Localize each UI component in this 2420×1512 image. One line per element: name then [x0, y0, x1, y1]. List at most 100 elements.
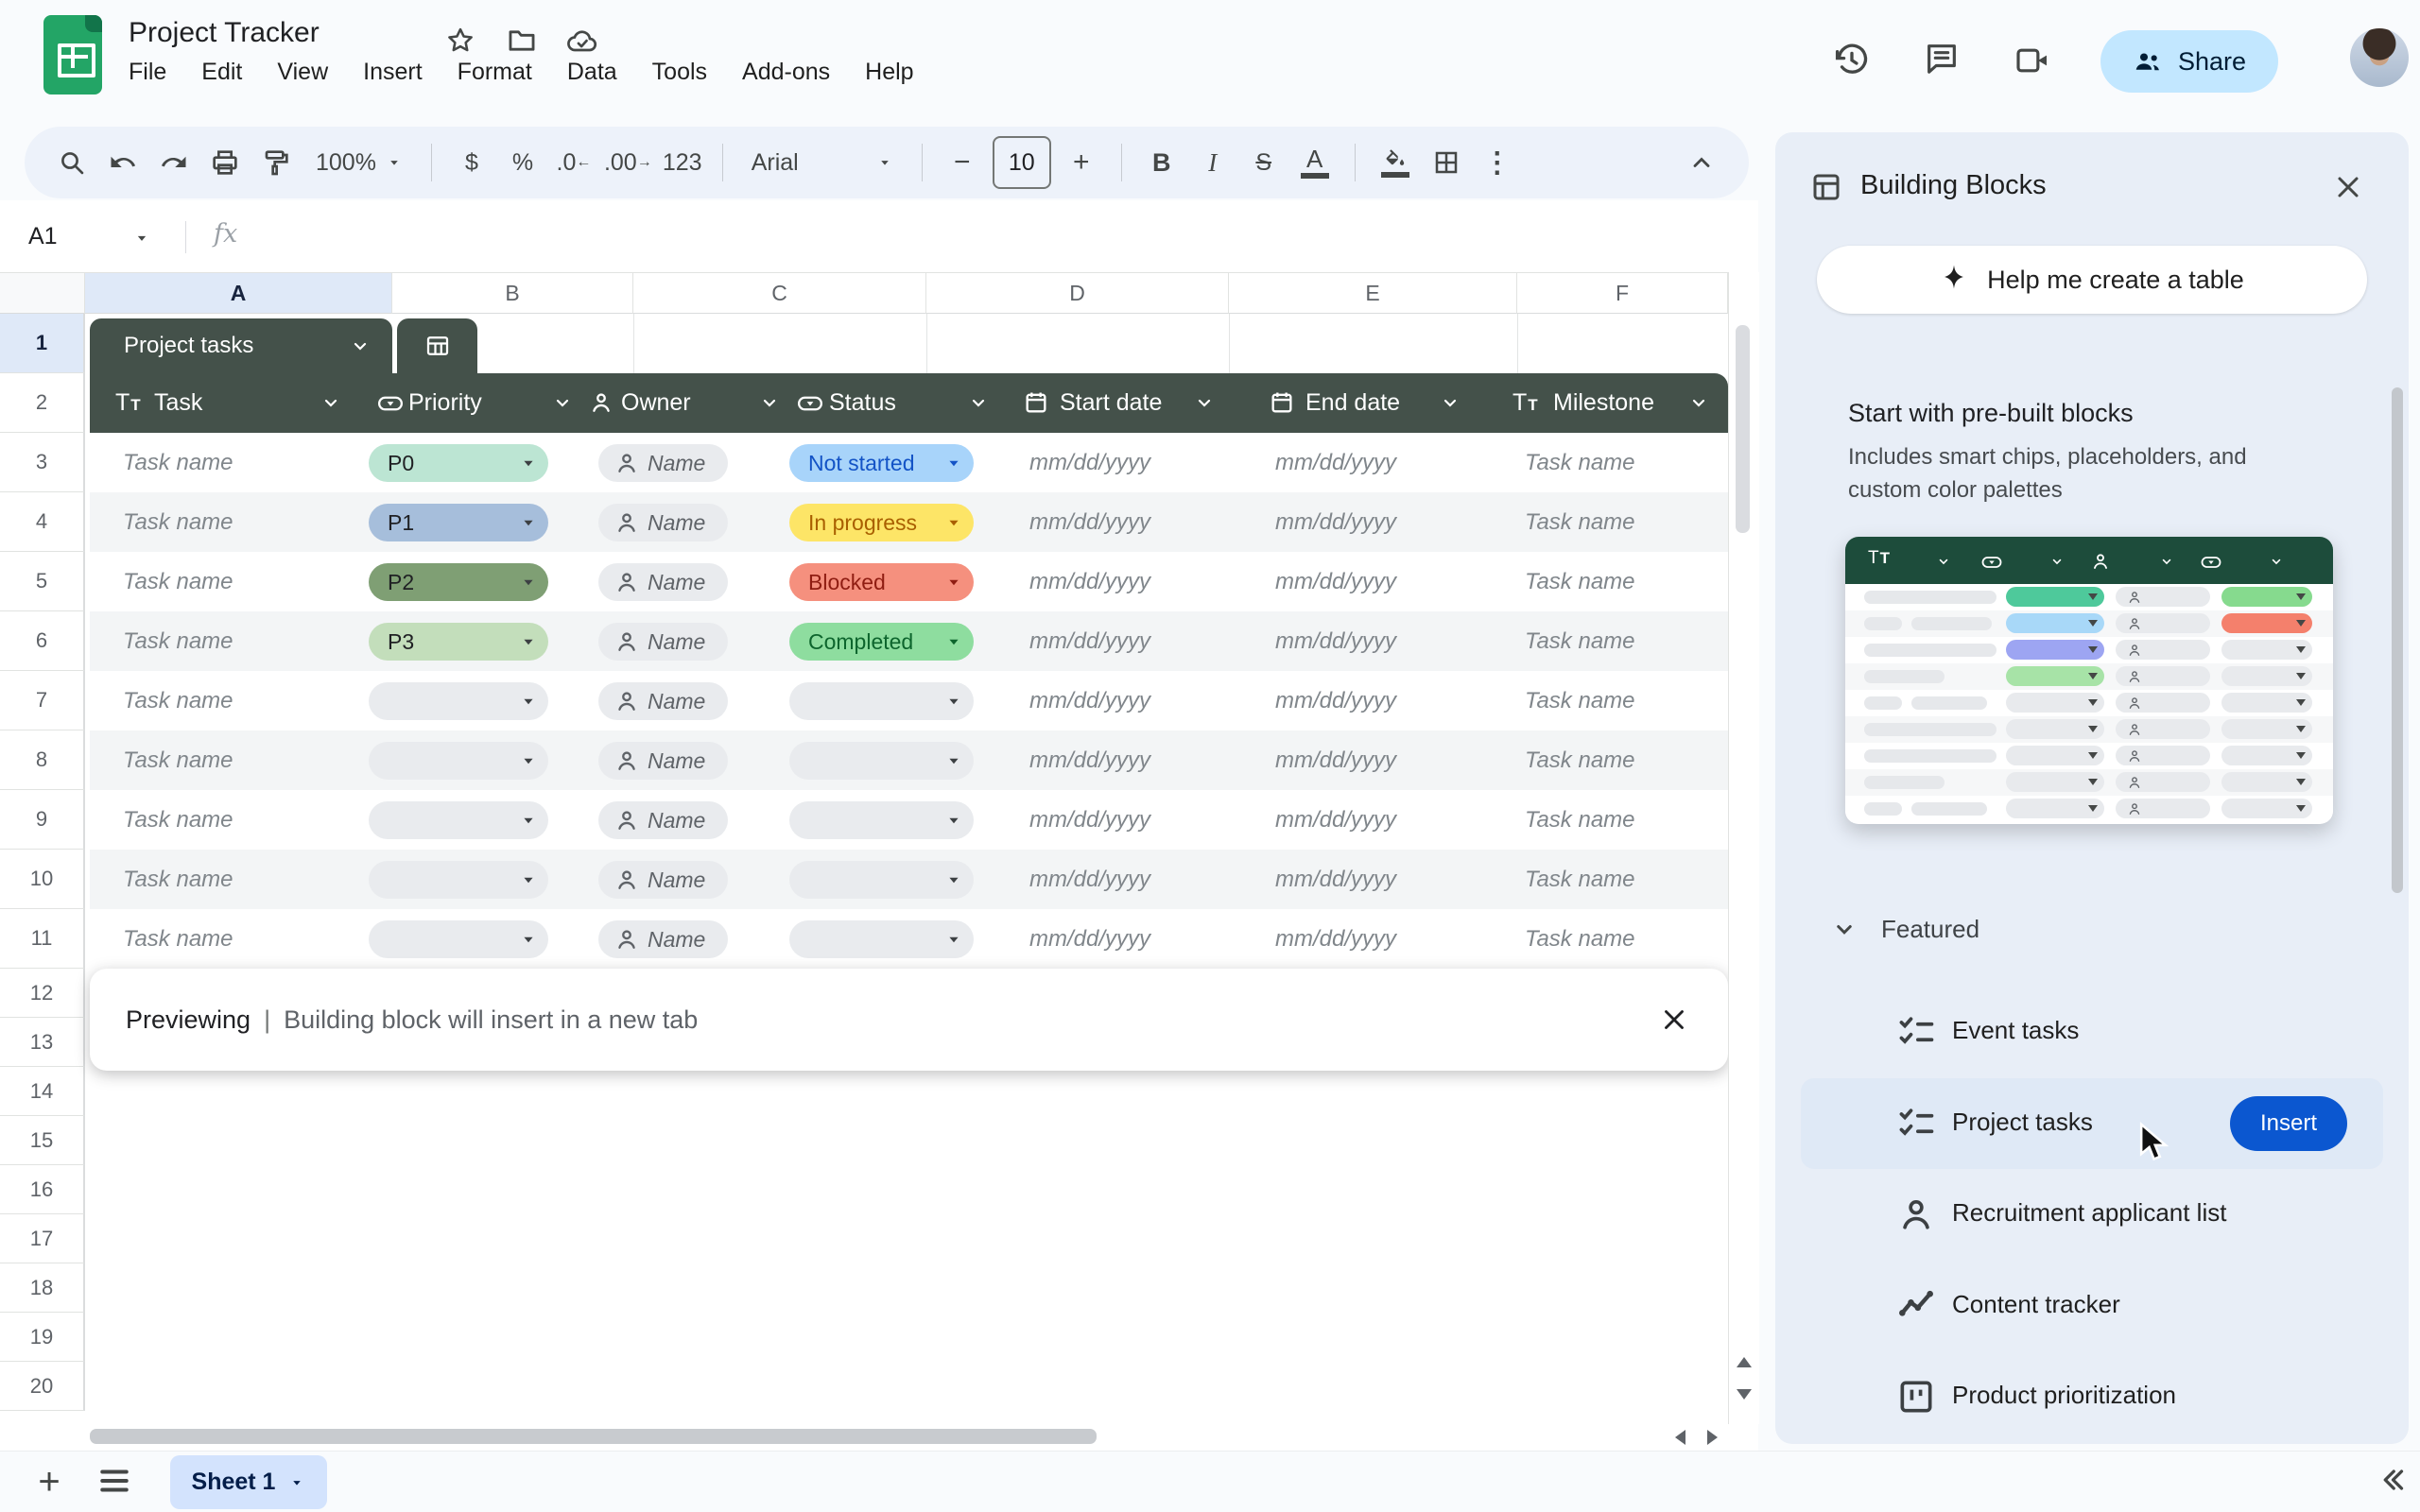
owner-chip[interactable]: Name: [598, 504, 728, 541]
milestone-cell[interactable]: Task name: [1525, 433, 1635, 492]
add-sheet-icon[interactable]: +: [28, 1461, 70, 1503]
end-date-cell[interactable]: mm/dd/yyyy: [1275, 671, 1483, 730]
template-thumbnail[interactable]: TT: [1845, 537, 2333, 824]
table-column-milestone[interactable]: Milestone: [1553, 389, 1654, 417]
status-dropdown-icon[interactable]: [943, 691, 964, 717]
name-box[interactable]: A1: [28, 223, 58, 250]
video-call-icon[interactable]: [2014, 42, 2051, 79]
collapse-toolbar-icon[interactable]: [1681, 136, 1722, 189]
start-date-cell[interactable]: mm/dd/yyyy: [1029, 909, 1237, 969]
status-dropdown-icon[interactable]: [943, 750, 964, 777]
status-dropdown-icon[interactable]: [943, 869, 964, 896]
scroll-left-icon[interactable]: [1675, 1430, 1685, 1445]
comments-icon[interactable]: [1923, 40, 1961, 77]
column-header-f[interactable]: F: [1517, 272, 1728, 314]
row-header-7[interactable]: 7: [0, 671, 85, 730]
priority-dropdown-icon[interactable]: [518, 810, 539, 836]
owner-chip[interactable]: Name: [598, 920, 728, 958]
insert-button[interactable]: Insert: [2230, 1095, 2347, 1151]
priority-chip[interactable]: [369, 742, 548, 780]
font-select[interactable]: Arial: [742, 149, 903, 177]
column-header-d[interactable]: D: [926, 272, 1229, 314]
more-toolbar-options-icon[interactable]: ⋮: [1477, 136, 1518, 189]
milestone-cell[interactable]: Task name: [1525, 850, 1635, 909]
priority-dropdown-icon[interactable]: [518, 691, 539, 717]
end-date-cell[interactable]: mm/dd/yyyy: [1275, 790, 1483, 850]
row-header-2[interactable]: 2: [0, 373, 85, 433]
end-date-cell[interactable]: mm/dd/yyyy: [1275, 552, 1483, 611]
menu-addons[interactable]: Add-ons: [742, 59, 830, 86]
column-menu-chevron-icon[interactable]: [1687, 391, 1710, 414]
row-header-16[interactable]: 16: [0, 1165, 85, 1214]
zoom-select[interactable]: 100%: [306, 149, 412, 177]
panel-scrollbar-thumb[interactable]: [2392, 387, 2403, 893]
grid-corner-button[interactable]: [0, 272, 85, 314]
task-cell[interactable]: Task name: [123, 790, 233, 850]
table-column-status[interactable]: Status: [829, 389, 896, 417]
sheets-logo-icon[interactable]: [43, 15, 102, 94]
priority-chip[interactable]: P0: [369, 444, 548, 482]
text-color-button[interactable]: A: [1294, 136, 1336, 189]
all-sheets-icon[interactable]: [96, 1463, 132, 1499]
menu-format[interactable]: Format: [458, 59, 532, 86]
status-dropdown-icon[interactable]: [943, 453, 964, 479]
row-header-15[interactable]: 15: [0, 1116, 85, 1165]
borders-icon[interactable]: [1426, 136, 1467, 189]
row-header-18[interactable]: 18: [0, 1263, 85, 1313]
column-header-a[interactable]: A: [85, 272, 392, 314]
fill-color-button[interactable]: [1374, 136, 1416, 189]
priority-chip[interactable]: [369, 861, 548, 899]
row-header-5[interactable]: 5: [0, 552, 85, 611]
start-date-cell[interactable]: mm/dd/yyyy: [1029, 730, 1237, 790]
start-date-cell[interactable]: mm/dd/yyyy: [1029, 850, 1237, 909]
status-chip[interactable]: Not started: [789, 444, 974, 482]
column-header-b[interactable]: B: [392, 272, 633, 314]
milestone-cell[interactable]: Task name: [1525, 492, 1635, 552]
menu-insert[interactable]: Insert: [363, 59, 423, 86]
column-menu-chevron-icon[interactable]: [1439, 391, 1461, 414]
featured-item-project-tasks[interactable]: Project tasks Insert: [1801, 1077, 2383, 1169]
formula-input[interactable]: [265, 214, 1739, 259]
column-header-e[interactable]: E: [1229, 272, 1517, 314]
task-cell[interactable]: Task name: [123, 611, 233, 671]
column-menu-chevron-icon[interactable]: [320, 391, 342, 414]
row-header-13[interactable]: 13: [0, 1018, 85, 1067]
status-chip[interactable]: In progress: [789, 504, 974, 541]
search-icon[interactable]: [51, 136, 93, 189]
menu-tools[interactable]: Tools: [652, 59, 707, 86]
star-icon[interactable]: [444, 25, 476, 57]
priority-chip[interactable]: P1: [369, 504, 548, 541]
status-chip[interactable]: [789, 742, 974, 780]
font-size-input[interactable]: 10: [992, 136, 1051, 189]
table-column-task[interactable]: Task: [154, 389, 202, 417]
start-date-cell[interactable]: mm/dd/yyyy: [1029, 552, 1237, 611]
owner-chip[interactable]: Name: [598, 623, 728, 661]
decrease-font-size-button[interactable]: −: [942, 136, 983, 189]
status-chip[interactable]: [789, 920, 974, 958]
document-title[interactable]: Project Tracker: [129, 17, 320, 49]
milestone-cell[interactable]: Task name: [1525, 552, 1635, 611]
strikethrough-button[interactable]: S: [1243, 136, 1285, 189]
menu-edit[interactable]: Edit: [201, 59, 242, 86]
increase-decimals-button[interactable]: .00 →: [604, 136, 652, 189]
featured-item-product-prioritization[interactable]: Product prioritization: [1801, 1351, 2383, 1442]
priority-chip[interactable]: [369, 920, 548, 958]
menu-view[interactable]: View: [277, 59, 328, 86]
priority-chip[interactable]: [369, 682, 548, 720]
milestone-cell[interactable]: Task name: [1525, 671, 1635, 730]
priority-dropdown-icon[interactable]: [518, 929, 539, 955]
owner-chip[interactable]: Name: [598, 801, 728, 839]
priority-dropdown-icon[interactable]: [518, 869, 539, 896]
menu-file[interactable]: File: [129, 59, 166, 86]
owner-chip[interactable]: Name: [598, 444, 728, 482]
vertical-scrollbar[interactable]: [1728, 272, 1759, 1424]
row-header-9[interactable]: 9: [0, 790, 85, 850]
featured-collapse-icon[interactable]: [1830, 915, 1858, 943]
priority-dropdown-icon[interactable]: [518, 750, 539, 777]
status-chip[interactable]: Blocked: [789, 563, 974, 601]
owner-chip[interactable]: Name: [598, 682, 728, 720]
row-header-6[interactable]: 6: [0, 611, 85, 671]
status-chip[interactable]: [789, 801, 974, 839]
share-button[interactable]: Share: [2100, 30, 2279, 93]
owner-chip[interactable]: Name: [598, 861, 728, 899]
